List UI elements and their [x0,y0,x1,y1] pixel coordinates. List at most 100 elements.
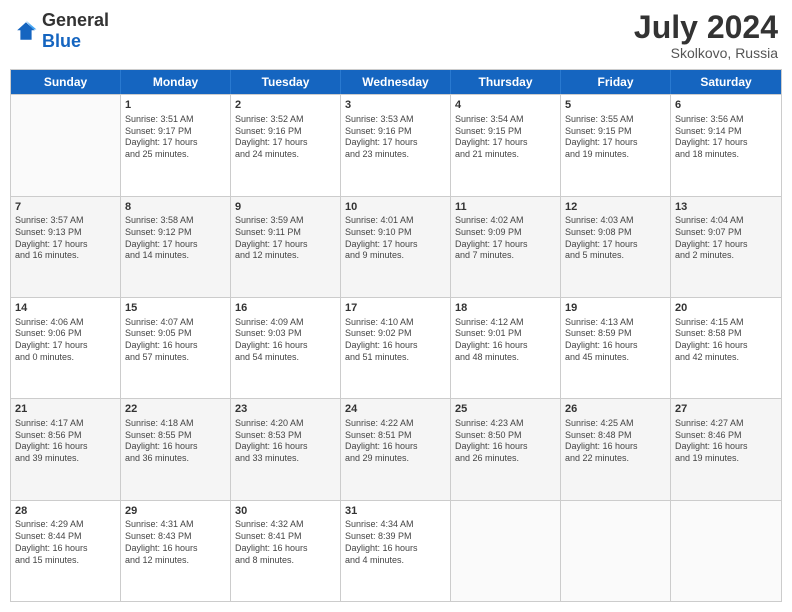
calendar-cell-empty-4-4 [451,501,561,601]
day-info: Sunrise: 3:52 AM Sunset: 9:16 PM Dayligh… [235,114,336,161]
day-info: Sunrise: 4:07 AM Sunset: 9:05 PM Dayligh… [125,317,226,364]
calendar-cell-31: 31Sunrise: 4:34 AM Sunset: 8:39 PM Dayli… [341,501,451,601]
day-info: Sunrise: 4:09 AM Sunset: 9:03 PM Dayligh… [235,317,336,364]
day-number: 25 [455,402,556,417]
calendar-cell-16: 16Sunrise: 4:09 AM Sunset: 9:03 PM Dayli… [231,298,341,398]
calendar-cell-11: 11Sunrise: 4:02 AM Sunset: 9:09 PM Dayli… [451,197,561,297]
day-info: Sunrise: 4:22 AM Sunset: 8:51 PM Dayligh… [345,418,446,465]
header-day-monday: Monday [121,70,231,94]
day-number: 15 [125,301,226,316]
day-info: Sunrise: 4:15 AM Sunset: 8:58 PM Dayligh… [675,317,777,364]
day-info: Sunrise: 4:18 AM Sunset: 8:55 PM Dayligh… [125,418,226,465]
header-day-tuesday: Tuesday [231,70,341,94]
day-info: Sunrise: 4:02 AM Sunset: 9:09 PM Dayligh… [455,215,556,262]
calendar-cell-27: 27Sunrise: 4:27 AM Sunset: 8:46 PM Dayli… [671,399,781,499]
calendar-body: 1Sunrise: 3:51 AM Sunset: 9:17 PM Daylig… [11,94,781,601]
day-info: Sunrise: 3:57 AM Sunset: 9:13 PM Dayligh… [15,215,116,262]
day-number: 27 [675,402,777,417]
calendar: SundayMondayTuesdayWednesdayThursdayFrid… [10,69,782,602]
day-number: 30 [235,504,336,519]
calendar-cell-18: 18Sunrise: 4:12 AM Sunset: 9:01 PM Dayli… [451,298,561,398]
day-info: Sunrise: 3:51 AM Sunset: 9:17 PM Dayligh… [125,114,226,161]
location: Skolkovo, Russia [634,45,778,61]
day-number: 10 [345,200,446,215]
day-number: 28 [15,504,116,519]
day-info: Sunrise: 4:25 AM Sunset: 8:48 PM Dayligh… [565,418,666,465]
calendar-cell-empty-4-5 [561,501,671,601]
day-info: Sunrise: 3:54 AM Sunset: 9:15 PM Dayligh… [455,114,556,161]
logo-general: General [42,10,109,30]
header-day-wednesday: Wednesday [341,70,451,94]
day-info: Sunrise: 4:10 AM Sunset: 9:02 PM Dayligh… [345,317,446,364]
day-info: Sunrise: 4:23 AM Sunset: 8:50 PM Dayligh… [455,418,556,465]
calendar-cell-21: 21Sunrise: 4:17 AM Sunset: 8:56 PM Dayli… [11,399,121,499]
calendar-cell-24: 24Sunrise: 4:22 AM Sunset: 8:51 PM Dayli… [341,399,451,499]
day-info: Sunrise: 4:12 AM Sunset: 9:01 PM Dayligh… [455,317,556,364]
day-info: Sunrise: 3:56 AM Sunset: 9:14 PM Dayligh… [675,114,777,161]
logo-blue: Blue [42,31,81,51]
calendar-cell-10: 10Sunrise: 4:01 AM Sunset: 9:10 PM Dayli… [341,197,451,297]
title-block: July 2024 Skolkovo, Russia [634,10,778,61]
header-day-thursday: Thursday [451,70,561,94]
calendar-cell-22: 22Sunrise: 4:18 AM Sunset: 8:55 PM Dayli… [121,399,231,499]
calendar-cell-7: 7Sunrise: 3:57 AM Sunset: 9:13 PM Daylig… [11,197,121,297]
day-info: Sunrise: 3:58 AM Sunset: 9:12 PM Dayligh… [125,215,226,262]
calendar-header: SundayMondayTuesdayWednesdayThursdayFrid… [11,70,781,94]
day-number: 16 [235,301,336,316]
day-info: Sunrise: 4:34 AM Sunset: 8:39 PM Dayligh… [345,519,446,566]
day-info: Sunrise: 3:53 AM Sunset: 9:16 PM Dayligh… [345,114,446,161]
calendar-cell-12: 12Sunrise: 4:03 AM Sunset: 9:08 PM Dayli… [561,197,671,297]
calendar-cell-4: 4Sunrise: 3:54 AM Sunset: 9:15 PM Daylig… [451,95,561,195]
day-info: Sunrise: 4:03 AM Sunset: 9:08 PM Dayligh… [565,215,666,262]
day-info: Sunrise: 4:31 AM Sunset: 8:43 PM Dayligh… [125,519,226,566]
calendar-cell-25: 25Sunrise: 4:23 AM Sunset: 8:50 PM Dayli… [451,399,561,499]
day-number: 24 [345,402,446,417]
day-number: 18 [455,301,556,316]
day-info: Sunrise: 4:13 AM Sunset: 8:59 PM Dayligh… [565,317,666,364]
calendar-cell-23: 23Sunrise: 4:20 AM Sunset: 8:53 PM Dayli… [231,399,341,499]
calendar-cell-3: 3Sunrise: 3:53 AM Sunset: 9:16 PM Daylig… [341,95,451,195]
calendar-row-1: 7Sunrise: 3:57 AM Sunset: 9:13 PM Daylig… [11,196,781,297]
day-info: Sunrise: 3:55 AM Sunset: 9:15 PM Dayligh… [565,114,666,161]
day-number: 31 [345,504,446,519]
day-number: 4 [455,98,556,113]
calendar-cell-17: 17Sunrise: 4:10 AM Sunset: 9:02 PM Dayli… [341,298,451,398]
header-day-saturday: Saturday [671,70,781,94]
day-number: 17 [345,301,446,316]
day-number: 11 [455,200,556,215]
calendar-row-4: 28Sunrise: 4:29 AM Sunset: 8:44 PM Dayli… [11,500,781,601]
logo-icon [14,19,38,43]
day-number: 7 [15,200,116,215]
day-number: 5 [565,98,666,113]
day-number: 21 [15,402,116,417]
page: General Blue July 2024 Skolkovo, Russia … [0,0,792,612]
day-number: 9 [235,200,336,215]
day-number: 3 [345,98,446,113]
calendar-cell-6: 6Sunrise: 3:56 AM Sunset: 9:14 PM Daylig… [671,95,781,195]
calendar-cell-5: 5Sunrise: 3:55 AM Sunset: 9:15 PM Daylig… [561,95,671,195]
header-day-sunday: Sunday [11,70,121,94]
header: General Blue July 2024 Skolkovo, Russia [10,10,782,61]
day-number: 8 [125,200,226,215]
calendar-cell-26: 26Sunrise: 4:25 AM Sunset: 8:48 PM Dayli… [561,399,671,499]
calendar-row-3: 21Sunrise: 4:17 AM Sunset: 8:56 PM Dayli… [11,398,781,499]
day-number: 26 [565,402,666,417]
day-number: 19 [565,301,666,316]
calendar-row-0: 1Sunrise: 3:51 AM Sunset: 9:17 PM Daylig… [11,94,781,195]
calendar-cell-20: 20Sunrise: 4:15 AM Sunset: 8:58 PM Dayli… [671,298,781,398]
day-number: 29 [125,504,226,519]
day-number: 12 [565,200,666,215]
calendar-cell-1: 1Sunrise: 3:51 AM Sunset: 9:17 PM Daylig… [121,95,231,195]
day-number: 2 [235,98,336,113]
day-number: 22 [125,402,226,417]
calendar-cell-empty-0-0 [11,95,121,195]
calendar-cell-30: 30Sunrise: 4:32 AM Sunset: 8:41 PM Dayli… [231,501,341,601]
calendar-cell-empty-4-6 [671,501,781,601]
day-info: Sunrise: 4:20 AM Sunset: 8:53 PM Dayligh… [235,418,336,465]
day-info: Sunrise: 4:06 AM Sunset: 9:06 PM Dayligh… [15,317,116,364]
calendar-cell-8: 8Sunrise: 3:58 AM Sunset: 9:12 PM Daylig… [121,197,231,297]
calendar-cell-28: 28Sunrise: 4:29 AM Sunset: 8:44 PM Dayli… [11,501,121,601]
calendar-cell-14: 14Sunrise: 4:06 AM Sunset: 9:06 PM Dayli… [11,298,121,398]
calendar-row-2: 14Sunrise: 4:06 AM Sunset: 9:06 PM Dayli… [11,297,781,398]
day-info: Sunrise: 3:59 AM Sunset: 9:11 PM Dayligh… [235,215,336,262]
